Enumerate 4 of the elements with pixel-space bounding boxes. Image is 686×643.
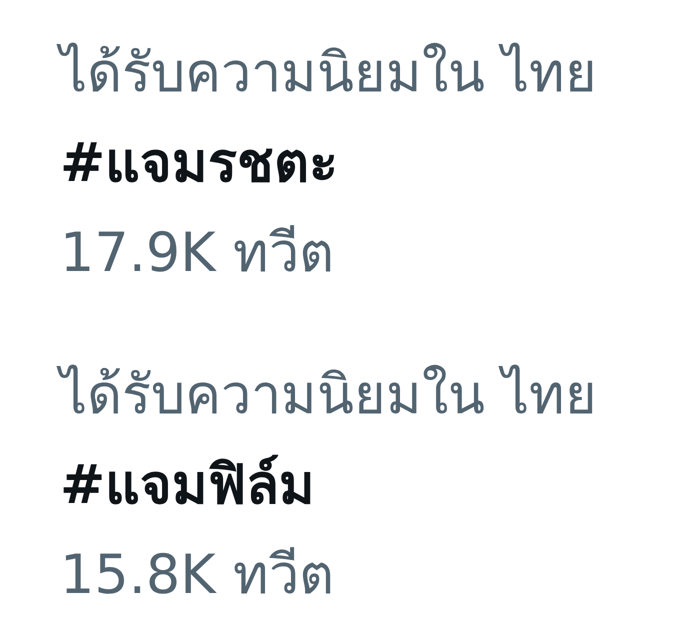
trend-hashtag[interactable]: #แจมฟิล์ม — [60, 440, 316, 530]
trend-hashtag[interactable]: #แจมรชตะ — [60, 118, 338, 208]
tweet-count: 17.9K ทวีต — [60, 220, 334, 286]
tweet-count: 15.8K ทวีต — [60, 542, 334, 608]
